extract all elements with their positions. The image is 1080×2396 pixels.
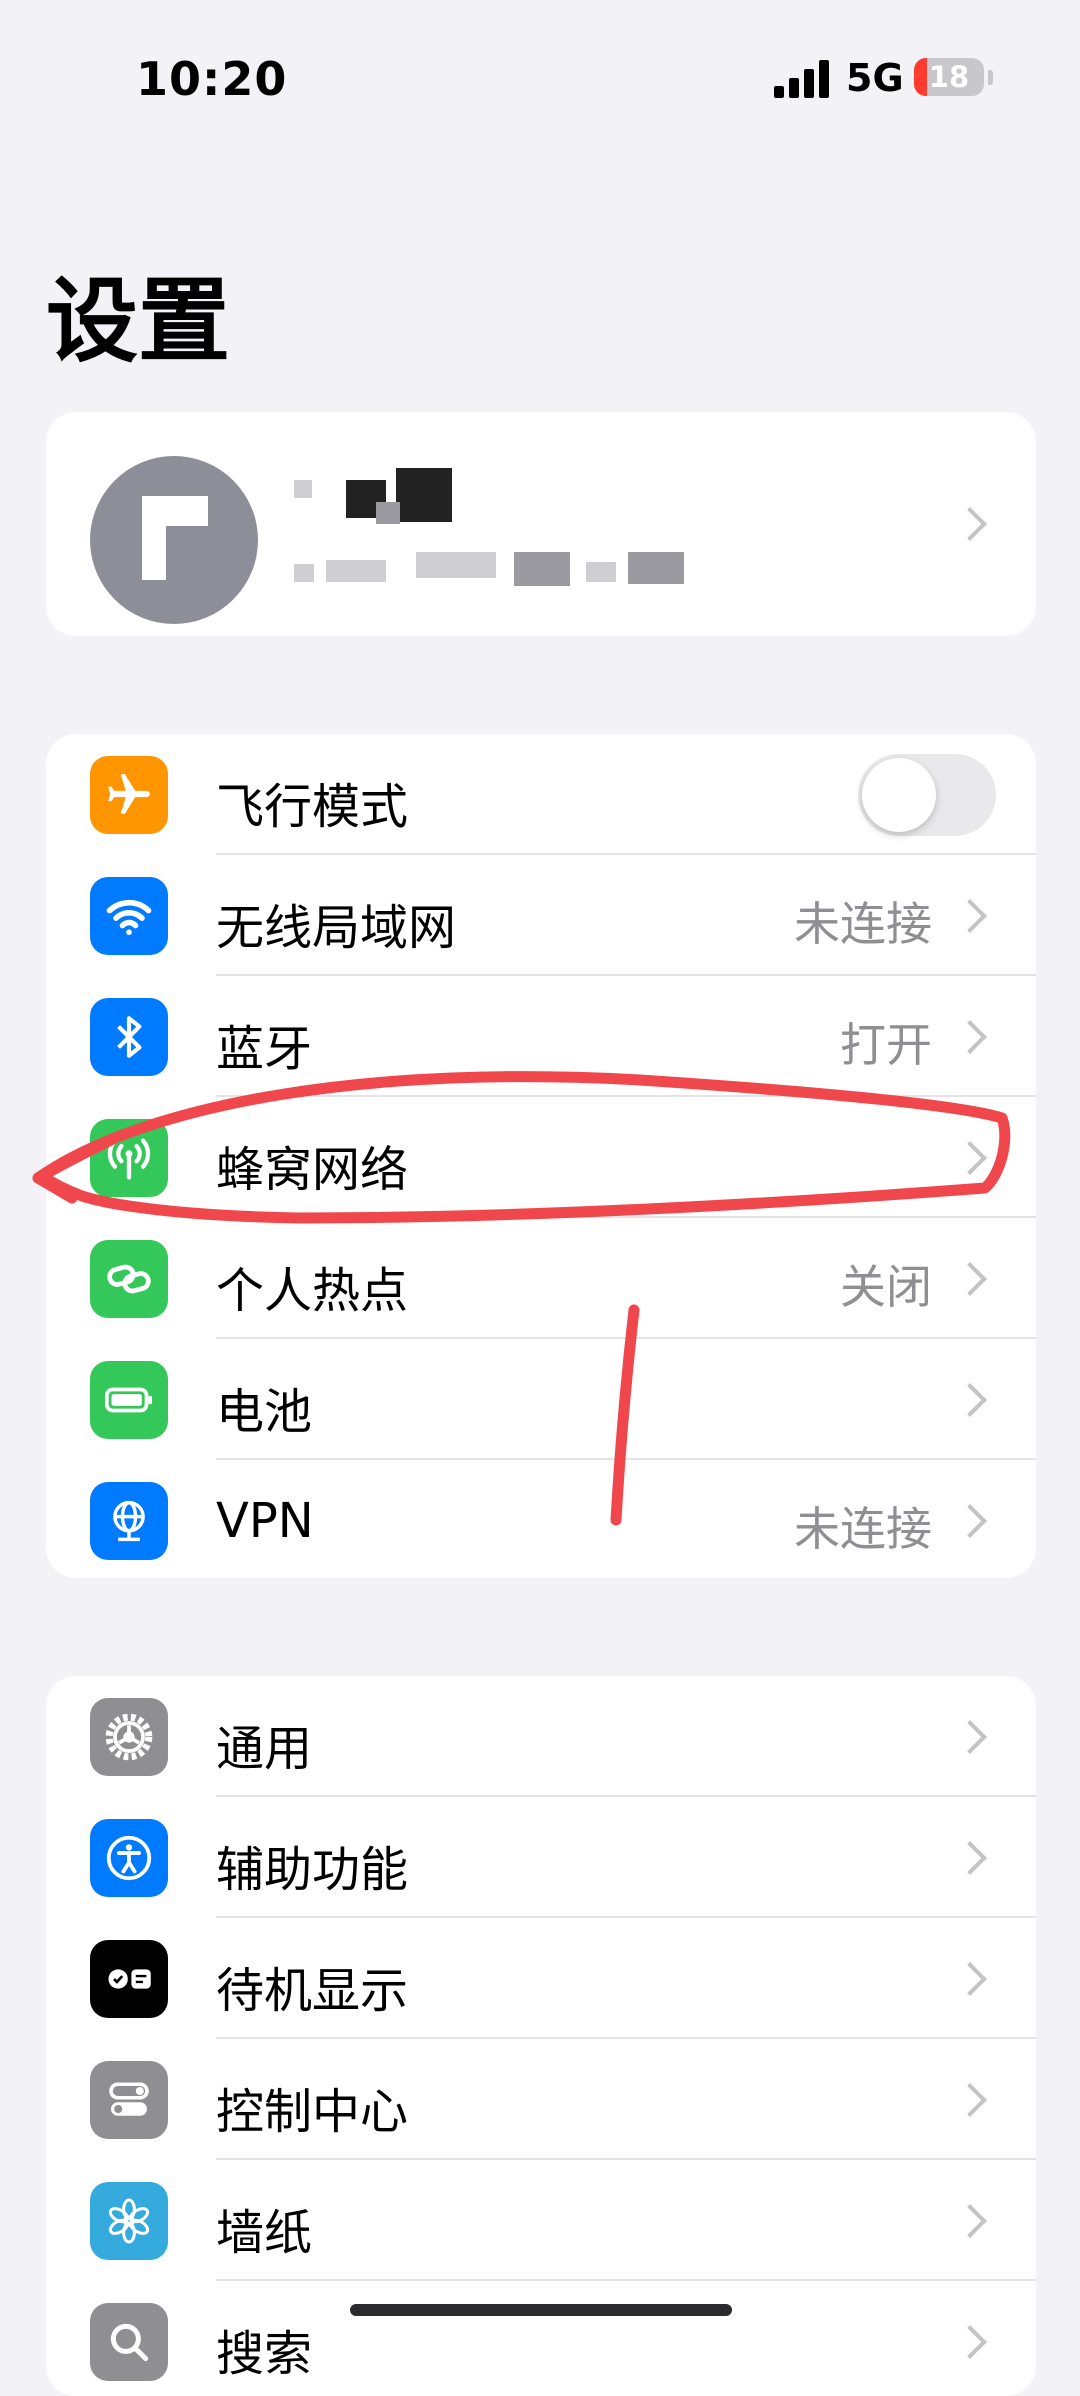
hotspot-link-icon: [90, 1240, 168, 1318]
general-group: 通用 辅助功能 待机显示 控制中心 墙纸 搜索: [46, 1676, 1036, 2396]
chevron-right-icon: [953, 1261, 987, 1296]
cellular-antenna-icon: [90, 1119, 168, 1197]
gear-icon: [90, 1698, 168, 1776]
page-title: 设置: [46, 268, 231, 375]
standby-icon: [90, 1940, 168, 2018]
chevron-right-icon: [953, 1503, 987, 1538]
settings-row-cellular[interactable]: 蜂窝网络: [46, 1097, 1036, 1218]
accessibility-icon: [90, 1819, 168, 1897]
vpn-status: 未连接: [794, 1502, 932, 1556]
airplane-mode-toggle[interactable]: [858, 754, 996, 836]
search-icon: [90, 2303, 168, 2381]
settings-row-wifi[interactable]: 无线局域网 未连接: [46, 855, 1036, 976]
battery-icon: [90, 1361, 168, 1439]
network-type: 5G: [846, 56, 904, 100]
chevron-right-icon: [953, 1719, 987, 1754]
battery-label: 电池: [216, 1384, 313, 1440]
cellular-signal-icon: [774, 58, 832, 98]
chevron-right-icon: [953, 1019, 987, 1054]
settings-row-standby[interactable]: 待机显示: [46, 1918, 1036, 2039]
chevron-right-icon: [953, 1382, 987, 1417]
control-center-label: 控制中心: [216, 2084, 409, 2140]
battery-indicator: 18: [914, 58, 984, 96]
cellular-label: 蜂窝网络: [216, 1142, 409, 1198]
battery-percent: 18: [928, 60, 970, 94]
settings-row-battery[interactable]: 电池: [46, 1339, 1036, 1460]
control-center-icon: [90, 2061, 168, 2139]
accessibility-label: 辅助功能: [216, 1842, 409, 1898]
chevron-right-icon: [953, 2324, 987, 2359]
vpn-globe-icon: [90, 1482, 168, 1560]
airplane-mode-label: 飞行模式: [216, 779, 409, 835]
wifi-status: 未连接: [794, 897, 932, 951]
avatar: [90, 456, 258, 624]
chevron-right-icon: [953, 507, 987, 541]
chevron-right-icon: [953, 2082, 987, 2117]
personal-hotspot-label: 个人热点: [216, 1263, 409, 1319]
personal-hotspot-status: 关闭: [840, 1260, 932, 1314]
chevron-right-icon: [953, 2203, 987, 2238]
apple-account-card[interactable]: [46, 412, 1036, 636]
general-label: 通用: [216, 1721, 313, 1777]
bluetooth-icon: [90, 998, 168, 1076]
search-label: 搜索: [216, 2326, 313, 2382]
settings-row-search[interactable]: 搜索: [46, 2281, 1036, 2396]
settings-row-accessibility[interactable]: 辅助功能: [46, 1797, 1036, 1918]
settings-row-control-center[interactable]: 控制中心: [46, 2039, 1036, 2160]
wallpaper-flower-icon: [90, 2182, 168, 2260]
chevron-right-icon: [953, 1840, 987, 1875]
chevron-right-icon: [953, 1961, 987, 1996]
wallpaper-label: 墙纸: [216, 2205, 313, 2261]
wifi-label: 无线局域网: [216, 900, 457, 956]
standby-label: 待机显示: [216, 1963, 409, 2019]
wifi-icon: [90, 877, 168, 955]
chevron-right-icon: [953, 898, 987, 933]
settings-row-general[interactable]: 通用: [46, 1676, 1036, 1797]
settings-row-airplane-mode[interactable]: 飞行模式: [46, 734, 1036, 855]
home-indicator[interactable]: [350, 2304, 732, 2316]
status-bar: 10:20 5G 18: [0, 0, 1080, 160]
bluetooth-status: 打开: [840, 1018, 932, 1072]
settings-row-vpn[interactable]: VPN 未连接: [46, 1460, 1036, 1578]
settings-row-wallpaper[interactable]: 墙纸: [46, 2160, 1036, 2281]
battery-tip: [988, 70, 993, 85]
settings-row-personal-hotspot[interactable]: 个人热点 关闭: [46, 1218, 1036, 1339]
airplane-icon: [90, 756, 168, 834]
status-time: 10:20: [136, 52, 288, 106]
chevron-right-icon: [953, 1140, 987, 1175]
vpn-label: VPN: [216, 1493, 314, 1549]
bluetooth-label: 蓝牙: [216, 1021, 313, 1077]
settings-row-bluetooth[interactable]: 蓝牙 打开: [46, 976, 1036, 1097]
connectivity-group: 飞行模式 无线局域网 未连接 蓝牙 打开 蜂窝网络 个人热点 关闭 电池 VPN…: [46, 734, 1036, 1578]
